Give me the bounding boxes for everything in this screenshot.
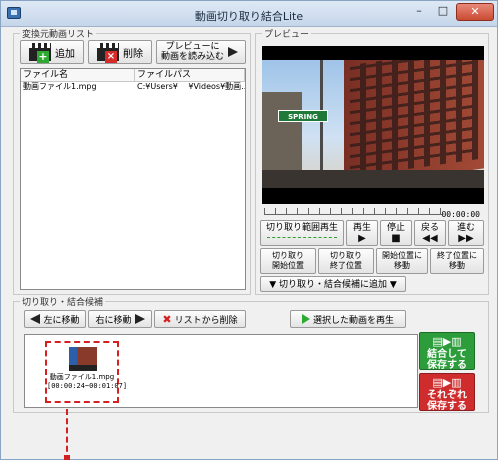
play-button[interactable]: 再生 ▶ — [346, 220, 378, 246]
save-separately-button[interactable]: ▤▶▥ それぞれ 保存する — [419, 373, 475, 412]
stop-icon: ■ — [391, 233, 401, 244]
video-thumbnail — [69, 347, 97, 371]
remove-x-icon: ✖ — [162, 312, 172, 326]
play-icon: ▶ — [358, 233, 366, 244]
right-arrow-icon — [134, 314, 145, 324]
play-selected-button[interactable]: 選択した動画を再生 — [290, 310, 406, 328]
add-button-label: 追加 — [55, 48, 75, 60]
source-list-group: 変換元動画リスト + 追加 × 削除 プレビューに 動画を読み込む ファイル名 … — [13, 27, 251, 295]
time-display: 00:00:00 — [441, 210, 480, 219]
title-bar: 動画切り取り結合Lite – □ ✕ — [1, 1, 497, 27]
move-right-button[interactable]: 右に移動 — [88, 310, 152, 328]
play-selected-label: 選択した動画を再生 — [312, 315, 394, 326]
close-button[interactable]: ✕ — [456, 3, 494, 21]
video-preview[interactable]: SPRING — [262, 46, 484, 204]
preview-legend: プレビュー — [262, 27, 312, 40]
set-cut-start-button[interactable]: 切り取り 開始位置 — [260, 248, 316, 274]
move-to-start-button[interactable]: 開始位置に 移動 — [376, 248, 428, 274]
rewind-icon: ◀◀ — [422, 233, 438, 244]
stop-label: 停止 — [386, 223, 405, 233]
street-sign: SPRING — [278, 110, 328, 122]
remove-label: リストから削除 — [174, 315, 238, 326]
left-arrow-icon — [30, 314, 41, 324]
column-header-filename[interactable]: ファイル名 — [21, 69, 135, 81]
merge-film-icon: ▤▶▥ — [432, 335, 462, 348]
column-header-filepath[interactable]: ファイルパス — [135, 69, 245, 81]
table-cell-filename: 動画ファイル1.mpg — [23, 82, 97, 91]
move-left-button[interactable]: 左に移動 — [24, 310, 86, 328]
delete-button-label: 削除 — [123, 48, 143, 60]
move-right-label: 右に移動 — [95, 315, 132, 326]
range-play-icon — [261, 233, 343, 241]
add-to-candidates-button[interactable]: ▼ 切り取り・結合候補に追加 ▼ — [260, 276, 406, 292]
move-to-end-button[interactable]: 終了位置に 移動 — [430, 248, 484, 274]
candidates-legend: 切り取り・結合候補 — [20, 295, 106, 308]
preview-group: プレビュー SPRING 00:00:00 切り取り範囲再生 再生 ▶ 停止 ■… — [255, 27, 489, 295]
split-film-icon: ▤▶▥ — [432, 376, 462, 389]
source-file-table[interactable]: ファイル名 ファイルパス 動画ファイル1.mpg C:¥Users¥ ¥Vide… — [20, 68, 246, 290]
forward-label: 進む — [456, 223, 475, 233]
candidate-item[interactable]: 動画ファイル1.mpg [00:00:24~00:01:07] — [45, 341, 128, 403]
source-list-legend: 変換元動画リスト — [20, 27, 97, 40]
candidate-list[interactable]: 動画ファイル1.mpg [00:00:24~00:01:07] — [24, 334, 418, 408]
load-preview-label-2: 動画を読み込む — [161, 52, 225, 62]
maximize-button[interactable]: □ — [431, 3, 455, 21]
remove-from-list-button[interactable]: ✖ リストから削除 — [154, 310, 246, 328]
green-play-icon — [301, 314, 310, 324]
set-cut-end-button[interactable]: 切り取り 終了位置 — [318, 248, 374, 274]
play-arrow-icon — [228, 47, 239, 57]
play-label: 再生 — [352, 223, 371, 233]
fast-forward-icon: ▶▶ — [458, 233, 474, 244]
app-window: 動画切り取り結合Lite – □ ✕ 変換元動画リスト + 追加 × 削除 プレ… — [0, 0, 498, 460]
video-frame: SPRING — [262, 60, 484, 188]
back-label: 戻る — [420, 223, 439, 233]
clapperboard-add-icon: + — [29, 43, 51, 63]
delete-button[interactable]: × 削除 — [88, 40, 152, 64]
load-preview-label-1: プレビューに — [165, 42, 220, 52]
candidate-filename: 動画ファイル1.mpg — [49, 373, 115, 381]
table-cell-filepath: C:¥Users¥ ¥Videos¥動画... — [137, 82, 245, 91]
minimize-button[interactable]: – — [407, 3, 431, 21]
callout-pointer — [64, 409, 70, 460]
load-preview-button[interactable]: プレビューに 動画を読み込む — [156, 40, 246, 64]
candidate-range: [00:00:24~00:01:07] — [47, 382, 128, 390]
stop-button[interactable]: 停止 ■ — [380, 220, 412, 246]
clapperboard-delete-icon: × — [97, 43, 119, 63]
forward-button[interactable]: 進む ▶▶ — [448, 220, 484, 246]
table-header: ファイル名 ファイルパス — [21, 69, 245, 82]
merge-and-save-button[interactable]: ▤▶▥ 結合して 保存する — [419, 332, 475, 371]
cut-range-play-button[interactable]: 切り取り範囲再生 — [260, 220, 344, 246]
candidates-group: 切り取り・結合候補 左に移動 右に移動 ✖ リストから削除 選択した動画を再生 … — [13, 295, 489, 413]
move-left-label: 左に移動 — [43, 315, 80, 326]
table-row[interactable]: 動画ファイル1.mpg C:¥Users¥ ¥Videos¥動画... — [21, 82, 245, 92]
back-button[interactable]: 戻る ◀◀ — [414, 220, 446, 246]
cut-range-play-label: 切り取り範囲再生 — [265, 223, 338, 233]
add-button[interactable]: + 追加 — [20, 40, 84, 64]
